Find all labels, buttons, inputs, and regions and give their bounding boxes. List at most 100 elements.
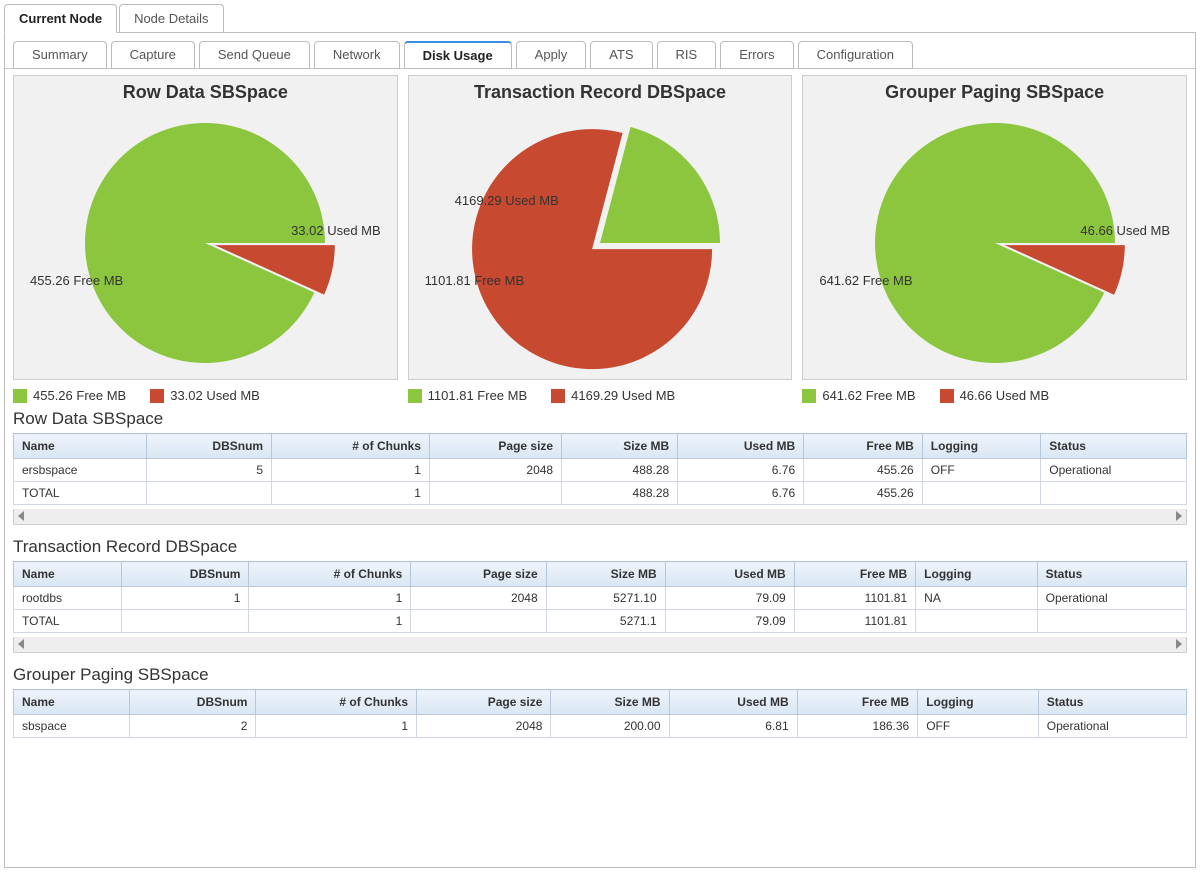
data-table: NameDBSnum# of ChunksPage sizeSize MBUse… — [13, 561, 1187, 633]
chart-panel-0: Row Data SBSpace455.26 Free MB33.02 Used… — [13, 75, 398, 380]
pie-wrap: 455.26 Free MB 33.02 Used MB — [20, 113, 391, 373]
content-area[interactable]: Row Data SBSpace 455.26 Free MB 33.02 Used… — [5, 68, 1195, 848]
cell-chunks: 1 — [249, 610, 411, 633]
cell-status — [1037, 610, 1186, 633]
legend-swatch-icon — [408, 389, 422, 403]
col-header[interactable]: Size MB — [551, 690, 669, 715]
legend-group-2: 641.62 Free MB 46.66 Used MB — [802, 388, 1187, 403]
col-header[interactable]: Status — [1038, 690, 1186, 715]
outer-tab-current-node[interactable]: Current Node — [4, 4, 117, 33]
col-header[interactable]: Used MB — [665, 562, 794, 587]
legend-swatch-icon — [551, 389, 565, 403]
col-header[interactable]: Logging — [922, 434, 1041, 459]
col-header[interactable]: Logging — [918, 690, 1039, 715]
inner-tab-disk-usage[interactable]: Disk Usage — [404, 41, 512, 69]
col-header[interactable]: Size MB — [546, 562, 665, 587]
col-header[interactable]: Status — [1041, 434, 1187, 459]
inner-tab-apply[interactable]: Apply — [516, 41, 587, 69]
horizontal-scrollbar[interactable] — [13, 509, 1187, 525]
col-header[interactable]: Free MB — [794, 562, 916, 587]
pie-chart-svg — [75, 113, 335, 373]
cell-name: rootdbs — [14, 587, 122, 610]
legend-swatch-icon — [150, 389, 164, 403]
horizontal-scrollbar[interactable] — [13, 637, 1187, 653]
cell-pagesize — [411, 610, 546, 633]
section-title: Row Data SBSpace — [13, 409, 1187, 429]
table-row[interactable]: ersbspace512048488.286.76455.26OFFOperat… — [14, 459, 1187, 482]
cell-sizemb: 488.28 — [562, 459, 678, 482]
cell-usedmb: 79.09 — [665, 587, 794, 610]
cell-usedmb: 6.76 — [678, 482, 804, 505]
section-title: Grouper Paging SBSpace — [13, 665, 1187, 685]
pie-used-label: 4169.29 Used MB — [455, 193, 559, 208]
col-header[interactable]: Page size — [417, 690, 551, 715]
cell-status: Operational — [1037, 587, 1186, 610]
cell-logging — [922, 482, 1041, 505]
legend-item-free: 641.62 Free MB — [802, 388, 915, 403]
legend-text: 4169.29 Used MB — [571, 388, 675, 403]
cell-pagesize: 2048 — [429, 459, 561, 482]
col-header[interactable]: DBSnum — [147, 434, 272, 459]
cell-usedmb: 79.09 — [665, 610, 794, 633]
inner-tab-send-queue[interactable]: Send Queue — [199, 41, 310, 69]
legend-text: 33.02 Used MB — [170, 388, 260, 403]
col-header[interactable]: # of Chunks — [249, 562, 411, 587]
cell-status — [1041, 482, 1187, 505]
cell-dbsnum: 2 — [129, 715, 256, 738]
pie-wrap: 1101.81 Free MB4169.29 Used MB — [415, 113, 786, 373]
legend-item-used: 4169.29 Used MB — [551, 388, 675, 403]
table-row[interactable]: TOTAL1488.286.76455.26 — [14, 482, 1187, 505]
legend-text: 455.26 Free MB — [33, 388, 126, 403]
col-header[interactable]: Free MB — [804, 434, 923, 459]
cell-name: TOTAL — [14, 610, 122, 633]
col-header[interactable]: # of Chunks — [256, 690, 417, 715]
cell-sizemb: 5271.1 — [546, 610, 665, 633]
cell-freemb: 1101.81 — [794, 610, 916, 633]
legend-text: 46.66 Used MB — [960, 388, 1050, 403]
col-header[interactable]: Page size — [429, 434, 561, 459]
col-header[interactable]: # of Chunks — [272, 434, 430, 459]
col-header[interactable]: DBSnum — [121, 562, 249, 587]
col-header[interactable]: Size MB — [562, 434, 678, 459]
cell-usedmb: 6.81 — [669, 715, 797, 738]
legend-item-free: 455.26 Free MB — [13, 388, 126, 403]
inner-tab-ris[interactable]: RIS — [657, 41, 717, 69]
pie-wrap: 641.62 Free MB46.66 Used MB — [809, 113, 1180, 373]
table-row[interactable]: TOTAL 1 5271.179.091101.81 — [14, 610, 1187, 633]
pie-free-label: 455.26 Free MB — [30, 273, 123, 288]
cell-chunks: 1 — [249, 587, 411, 610]
inner-tab-network[interactable]: Network — [314, 41, 400, 69]
inner-tab-ats[interactable]: ATS — [590, 41, 652, 69]
cell-logging: OFF — [922, 459, 1041, 482]
cell-sizemb: 5271.10 — [546, 587, 665, 610]
col-header[interactable]: Used MB — [669, 690, 797, 715]
pie-used-label: 33.02 Used MB — [291, 223, 381, 238]
section-title: Transaction Record DBSpace — [13, 537, 1187, 557]
col-header[interactable]: Status — [1037, 562, 1186, 587]
cell-pagesize: 2048 — [411, 587, 546, 610]
inner-tab-capture[interactable]: Capture — [111, 41, 195, 69]
legend-swatch-icon — [940, 389, 954, 403]
col-header[interactable]: Logging — [916, 562, 1037, 587]
cell-logging — [916, 610, 1037, 633]
col-header[interactable]: Free MB — [797, 690, 918, 715]
col-header[interactable]: Name — [14, 690, 130, 715]
col-header[interactable]: Name — [14, 434, 147, 459]
col-header[interactable]: Name — [14, 562, 122, 587]
table-row[interactable]: sbspace212048200.006.81186.36OFFOperatio… — [14, 715, 1187, 738]
cell-pagesize: 2048 — [417, 715, 551, 738]
inner-tabs: SummaryCaptureSend QueueNetworkDisk Usag… — [5, 33, 1195, 69]
inner-tab-summary[interactable]: Summary — [13, 41, 107, 69]
col-header[interactable]: Page size — [411, 562, 546, 587]
data-table: NameDBSnum# of ChunksPage sizeSize MBUse… — [13, 433, 1187, 505]
inner-tab-configuration[interactable]: Configuration — [798, 41, 913, 69]
col-header[interactable]: DBSnum — [129, 690, 256, 715]
cell-chunks: 1 — [272, 459, 430, 482]
outer-tab-node-details[interactable]: Node Details — [119, 4, 223, 33]
chart-panel-2: Grouper Paging SBSpace641.62 Free MB46.6… — [802, 75, 1187, 380]
table-row[interactable]: rootdbs1120485271.1079.091101.81NAOperat… — [14, 587, 1187, 610]
col-header[interactable]: Used MB — [678, 434, 804, 459]
outer-panel: SummaryCaptureSend QueueNetworkDisk Usag… — [4, 32, 1196, 868]
cell-status: Operational — [1041, 459, 1187, 482]
inner-tab-errors[interactable]: Errors — [720, 41, 793, 69]
